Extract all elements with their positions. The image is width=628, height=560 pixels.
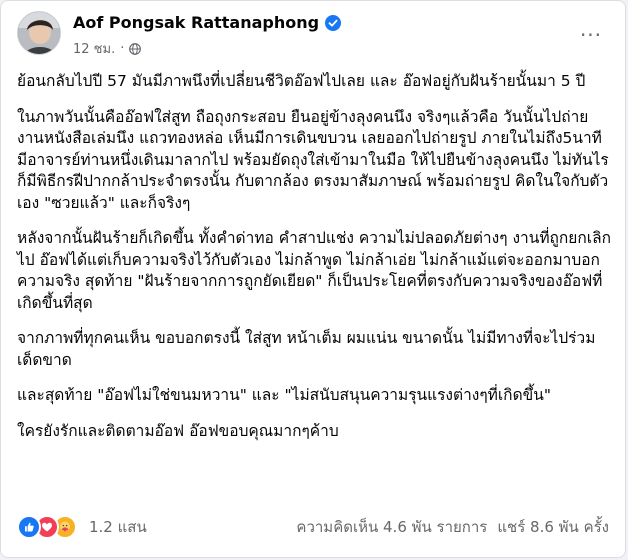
post-timestamp[interactable]: 12 ชม. <box>73 38 115 59</box>
post-header: Aof Pongsak Rattanaphong 12 ชม. · ··· <box>17 9 609 59</box>
post-paragraph: ย้อนกลับไปปี 57 มันมีภาพนึงที่เปลี่ยนชีว… <box>17 72 586 90</box>
author-row: Aof Pongsak Rattanaphong <box>73 13 342 32</box>
post-meta: 12 ชม. · <box>73 38 142 59</box>
post-paragraph: ใครยังรักและติดตามอ๊อฟ อ๊อฟขอบคุณมากๆค้า… <box>17 421 339 440</box>
post-footer: 1.2 แสน ความคิดเห็น 4.6 พัน รายการ แชร์ … <box>17 513 609 541</box>
more-options-button[interactable]: ··· <box>573 17 609 53</box>
avatar-image <box>18 12 60 54</box>
post-paragraph: จากภาพที่ทุกคนเห็น ขอบอกตรงนี้ ใส่สูท หน… <box>17 329 596 369</box>
meta-separator: · <box>120 41 125 56</box>
post-paragraph: และสุดท้าย "อ๊อฟไม่ใช่ขนมหวาน" และ "ไม่ส… <box>17 386 551 404</box>
shares-count-link[interactable]: แชร์ 8.6 พัน ครั้ง <box>497 515 609 539</box>
post-card: Aof Pongsak Rattanaphong 12 ชม. · ··· ย้… <box>0 0 626 558</box>
reaction-icons <box>17 515 77 539</box>
author-name[interactable]: Aof Pongsak Rattanaphong <box>73 13 319 32</box>
author-avatar[interactable] <box>17 11 61 55</box>
engagement-stats: ความคิดเห็น 4.6 พัน รายการ แชร์ 8.6 พัน … <box>296 515 609 539</box>
post-paragraph: หลังจากนั้นฝันร้ายก็เกิดขึ้น ทั้งคำด่าทอ… <box>17 229 611 312</box>
comments-count-link[interactable]: ความคิดเห็น 4.6 พัน รายการ <box>296 515 487 539</box>
post-paragraph: ในภาพวันนั้นคืออ๊อฟใส่สูท ถือถุงกระสอบ ย… <box>17 107 609 212</box>
post-body: ย้อนกลับไปปี 57 มันมีภาพนึงที่เปลี่ยนชีว… <box>17 71 613 456</box>
reaction-count[interactable]: 1.2 แสน <box>89 515 147 539</box>
like-icon <box>17 515 41 539</box>
more-options-icon: ··· <box>579 23 603 47</box>
verified-badge-icon <box>325 14 342 31</box>
globe-icon[interactable] <box>129 42 142 55</box>
reactions-summary[interactable]: 1.2 แสน <box>17 515 147 539</box>
